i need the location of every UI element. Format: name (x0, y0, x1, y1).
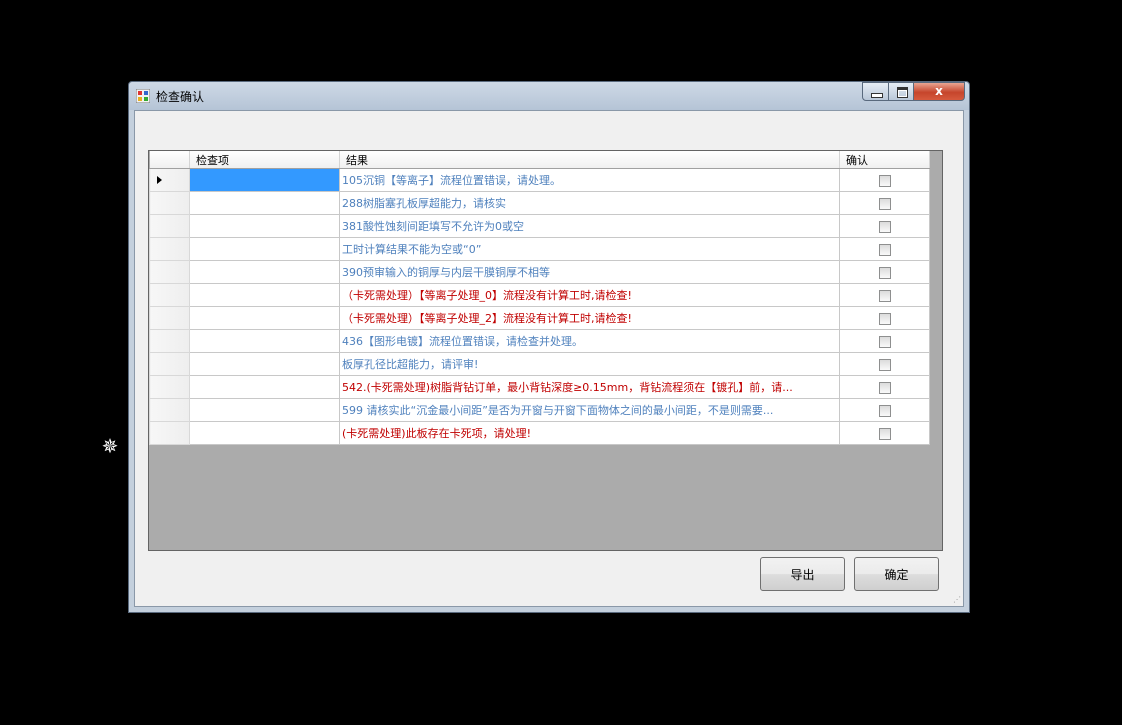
confirm-cell (839, 237, 930, 261)
confirm-checkbox[interactable] (878, 220, 891, 233)
maximize-button[interactable] (888, 82, 914, 101)
maximize-icon (897, 87, 908, 98)
result-cell[interactable]: 105沉铜【等离子】流程位置错误，请处理。 (339, 168, 840, 192)
check-item-cell[interactable] (189, 260, 340, 284)
result-cell[interactable]: (卡死需处理)此板存在卡死项，请处理! (339, 421, 840, 445)
confirm-cell (839, 329, 930, 353)
row-header[interactable] (149, 283, 190, 307)
table-row[interactable]: 542.(卡死需处理)树脂背钻订单，最小背钻深度≥0.15mm，背钻流程须在【镀… (149, 375, 930, 399)
result-cell[interactable]: 599 请核实此“沉金最小间距”是否为开窗与开窗下面物体之间的最小间距，不是则需… (339, 398, 840, 422)
table-row[interactable]: 工时计算结果不能为空或“0” (149, 237, 930, 261)
move-cursor-icon: ✵ (101, 434, 119, 458)
table-row[interactable]: 288树脂塞孔板厚超能力，请核实 (149, 191, 930, 215)
ok-button[interactable]: 确定 (854, 557, 939, 591)
column-header-check-item[interactable]: 检查项 (189, 151, 340, 169)
table-row[interactable]: 381酸性蚀刻间距填写不允许为0或空 (149, 214, 930, 238)
table-row[interactable]: (卡死需处理)此板存在卡死项，请处理! (149, 421, 930, 445)
table-row[interactable]: （卡死需处理）【等离子处理_0】流程没有计算工时,请检查! (149, 283, 930, 307)
check-item-cell[interactable] (189, 283, 340, 307)
title-bar[interactable]: 检查确认 x (129, 82, 969, 110)
row-header[interactable] (149, 398, 190, 422)
confirm-cell (839, 283, 930, 307)
confirm-checkbox[interactable] (878, 174, 891, 187)
row-header[interactable] (149, 237, 190, 261)
confirm-checkbox[interactable] (878, 381, 891, 394)
results-table: 检查项 结果 确认 105沉铜【等离子】流程位置错误，请处理。 288树脂塞孔板厚… (149, 151, 930, 445)
check-item-cell[interactable] (189, 421, 340, 445)
confirm-checkbox[interactable] (878, 427, 891, 440)
result-cell[interactable]: 390预审输入的铜厚与内层干膜铜厚不相等 (339, 260, 840, 284)
check-item-cell[interactable] (189, 191, 340, 215)
confirm-cell (839, 168, 930, 192)
row-header[interactable] (149, 329, 190, 353)
confirm-checkbox[interactable] (878, 243, 891, 256)
check-item-cell[interactable] (189, 352, 340, 376)
check-item-cell[interactable] (189, 168, 340, 192)
row-header[interactable] (149, 214, 190, 238)
table-row[interactable]: 390预审输入的铜厚与内层干膜铜厚不相等 (149, 260, 930, 284)
dialog-window: 检查确认 x 检查项 结果 确认 105沉铜【等离子】流程位置错误，请处理。 28… (128, 81, 970, 613)
confirm-cell (839, 421, 930, 445)
window-title: 检查确认 (156, 90, 205, 104)
confirm-cell (839, 398, 930, 422)
confirm-checkbox[interactable] (878, 312, 891, 325)
check-item-cell[interactable] (189, 375, 340, 399)
row-header[interactable] (149, 260, 190, 284)
check-results-grid[interactable]: 检查项 结果 确认 105沉铜【等离子】流程位置错误，请处理。 288树脂塞孔板厚… (148, 150, 943, 551)
confirm-checkbox[interactable] (878, 289, 891, 302)
confirm-cell (839, 375, 930, 399)
row-header[interactable] (149, 375, 190, 399)
result-cell[interactable]: 542.(卡死需处理)树脂背钻订单，最小背钻深度≥0.15mm，背钻流程须在【镀… (339, 375, 840, 399)
confirm-cell (839, 306, 930, 330)
table-row[interactable]: 105沉铜【等离子】流程位置错误，请处理。 (149, 168, 930, 192)
confirm-checkbox[interactable] (878, 358, 891, 371)
table-row[interactable]: 436【图形电镀】流程位置错误，请检查并处理。 (149, 329, 930, 353)
table-row[interactable]: 板厚孔径比超能力，请评审! (149, 352, 930, 376)
confirm-checkbox[interactable] (878, 335, 891, 348)
check-item-cell[interactable] (189, 237, 340, 261)
close-button[interactable]: x (913, 82, 965, 101)
current-row-arrow-icon (157, 176, 162, 184)
table-row[interactable]: （卡死需处理）【等离子处理_2】流程没有计算工时,请检查! (149, 306, 930, 330)
app-window-icon (136, 89, 150, 103)
check-item-cell[interactable] (189, 329, 340, 353)
confirm-cell (839, 191, 930, 215)
row-header-corner[interactable] (149, 151, 190, 169)
row-header[interactable] (149, 306, 190, 330)
minimize-button[interactable] (862, 82, 889, 101)
result-cell[interactable]: 工时计算结果不能为空或“0” (339, 237, 840, 261)
confirm-cell (839, 214, 930, 238)
result-cell[interactable]: （卡死需处理）【等离子处理_2】流程没有计算工时,请检查! (339, 306, 840, 330)
export-button[interactable]: 导出 (760, 557, 845, 591)
header-row: 检查项 结果 确认 (149, 151, 930, 169)
result-cell[interactable]: 板厚孔径比超能力，请评审! (339, 352, 840, 376)
row-header[interactable] (149, 352, 190, 376)
column-header-confirm[interactable]: 确认 (839, 151, 930, 169)
dialog-client-area: 检查项 结果 确认 105沉铜【等离子】流程位置错误，请处理。 288树脂塞孔板厚… (134, 110, 964, 607)
confirm-checkbox[interactable] (878, 266, 891, 279)
result-cell[interactable]: 288树脂塞孔板厚超能力，请核实 (339, 191, 840, 215)
confirm-cell (839, 352, 930, 376)
confirm-checkbox[interactable] (878, 404, 891, 417)
resize-grip[interactable]: ⋰ (953, 595, 961, 604)
check-item-cell[interactable] (189, 214, 340, 238)
column-header-result[interactable]: 结果 (339, 151, 840, 169)
result-cell[interactable]: （卡死需处理）【等离子处理_0】流程没有计算工时,请检查! (339, 283, 840, 307)
check-item-cell[interactable] (189, 398, 340, 422)
row-header[interactable] (149, 421, 190, 445)
minimize-icon (871, 93, 883, 98)
confirm-checkbox[interactable] (878, 197, 891, 210)
result-cell[interactable]: 381酸性蚀刻间距填写不允许为0或空 (339, 214, 840, 238)
row-header[interactable] (149, 168, 190, 192)
close-icon: x (935, 84, 943, 98)
confirm-cell (839, 260, 930, 284)
table-row[interactable]: 599 请核实此“沉金最小间距”是否为开窗与开窗下面物体之间的最小间距，不是则需… (149, 398, 930, 422)
row-header[interactable] (149, 191, 190, 215)
check-item-cell[interactable] (189, 306, 340, 330)
result-cell[interactable]: 436【图形电镀】流程位置错误，请检查并处理。 (339, 329, 840, 353)
